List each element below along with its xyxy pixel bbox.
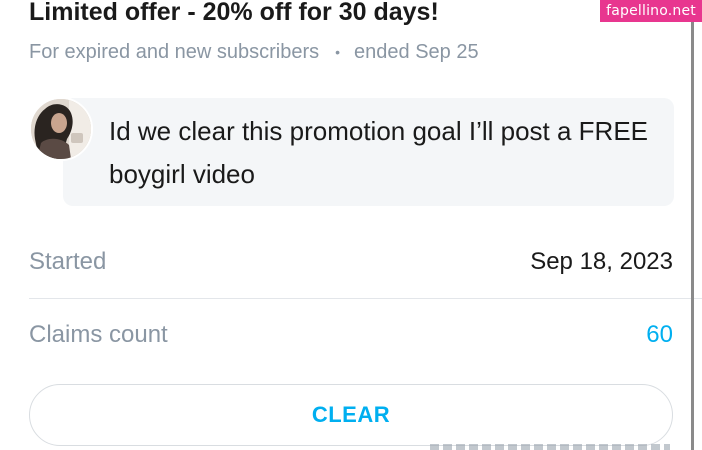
promotion-audience: For expired and new subscribers	[29, 41, 320, 63]
claims-count-value[interactable]: 60	[646, 321, 673, 349]
cut-off-footer-text	[430, 444, 670, 450]
promotion-message-card: Id we clear this promotion goal I’ll pos…	[63, 98, 674, 206]
scrollbar[interactable]	[691, 0, 694, 450]
claims-count-row: Claims count 60	[29, 307, 673, 363]
clear-button[interactable]: CLEAR	[29, 384, 673, 446]
subtitle-separator: •	[335, 43, 341, 60]
promotion-message-text: Id we clear this promotion goal I’ll pos…	[109, 116, 649, 189]
promotion-subtitle: For expired and new subscribers • ended …	[29, 41, 479, 64]
row-divider	[29, 298, 702, 299]
started-label: Started	[29, 248, 107, 275]
promotion-detail-screen: Limited offer - 20% off for 30 days! For…	[0, 0, 702, 450]
creator-avatar[interactable]	[29, 97, 93, 161]
watermark-label: fapellino.net	[600, 0, 702, 22]
promotion-title: Limited offer - 20% off for 30 days!	[29, 0, 439, 26]
claims-count-label: Claims count	[29, 321, 168, 348]
started-value: Sep 18, 2023	[530, 248, 673, 275]
avatar-photo-icon	[31, 99, 91, 159]
promotion-end-date: ended Sep 25	[354, 41, 479, 63]
started-row: Started Sep 18, 2023	[29, 234, 673, 290]
